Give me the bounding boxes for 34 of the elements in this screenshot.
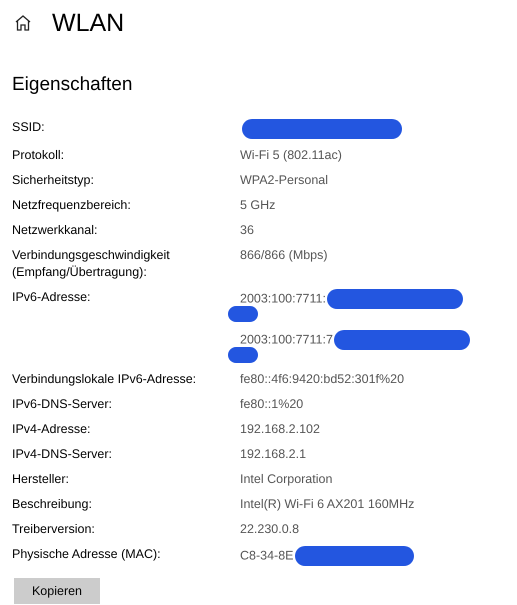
property-label: Hersteller: <box>12 471 70 488</box>
property-label: Protokoll: <box>12 147 66 164</box>
property-value: 866/866 (Mbps) <box>240 248 328 262</box>
page-title: WLAN <box>52 8 124 38</box>
property-label: Physische Adresse (MAC): <box>12 546 162 563</box>
property-value: Wi-Fi 5 (802.11ac) <box>240 148 342 162</box>
property-value: WPA2-Personal <box>240 173 328 187</box>
property-label: Netzfrequenzbereich: <box>12 197 132 214</box>
property-label: Verbindungsgeschwindigkeit (Empfang/Übertragung): <box>12 247 171 281</box>
property-label: Treiberversion: <box>12 521 96 538</box>
property-value: 2003:100:7711:7 <box>240 332 333 346</box>
property-value: Intel(R) Wi-Fi 6 AX201 160MHz <box>240 497 414 511</box>
property-label: Beschreibung: <box>12 496 93 513</box>
property-label: SSID: <box>12 119 46 136</box>
property-value: fe80::4f6:9420:bd52:301f%20 <box>240 372 404 386</box>
section-heading: Eigenschaften <box>12 74 134 96</box>
property-value: 192.168.2.102 <box>240 422 320 436</box>
property-value: 192.168.2.1 <box>240 447 306 461</box>
property-label: Sicherheitstyp: <box>12 172 95 189</box>
property-label: IPv4-Adresse: <box>12 421 92 438</box>
property-value: C8-34-8E <box>240 548 294 562</box>
property-label: Netzwerkkanal: <box>12 222 98 239</box>
property-label: IPv6-Adresse: <box>12 289 92 306</box>
property-value: 36 <box>240 223 254 237</box>
property-label: IPv4-DNS-Server: <box>12 446 114 463</box>
property-value: fe80::1%20 <box>240 397 304 411</box>
copy-button[interactable]: Kopieren <box>14 578 100 604</box>
property-value: 22.230.0.8 <box>240 522 300 536</box>
property-value: 5 GHz <box>240 198 276 212</box>
home-icon[interactable] <box>14 14 32 32</box>
property-label: IPv6-DNS-Server: <box>12 396 114 413</box>
property-value: 2003:100:7711: <box>240 291 326 306</box>
property-value: Intel Corporation <box>240 472 332 486</box>
property-label: Verbindungslokale IPv6-Adresse: <box>12 371 198 388</box>
